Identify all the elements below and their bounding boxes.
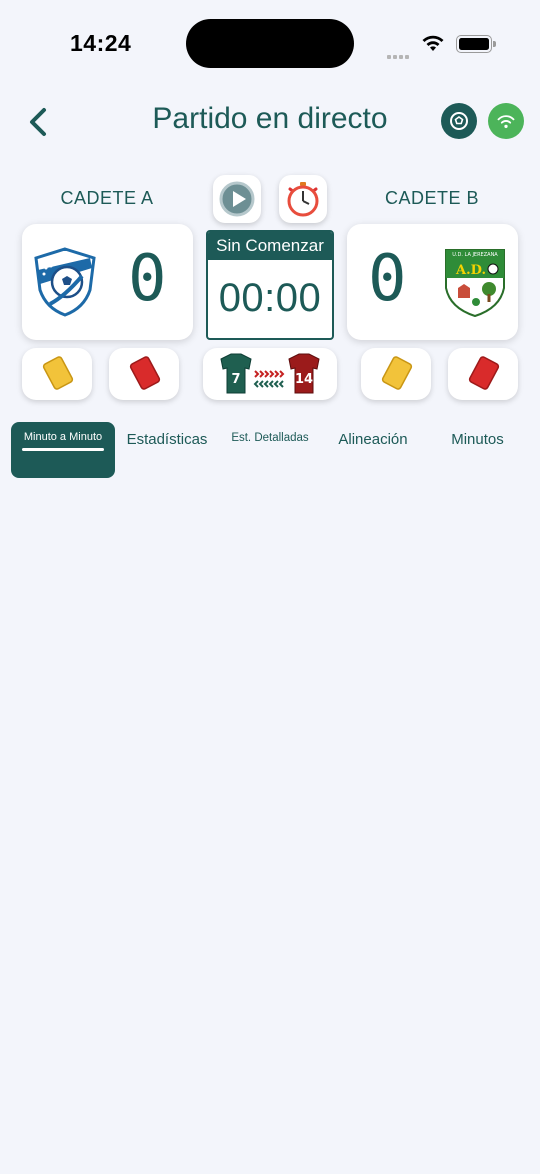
page-title: Partido en directo (152, 102, 388, 135)
away-red-card-button[interactable] (448, 348, 518, 400)
substitution-icon: 7 14 (220, 353, 320, 394)
tab-active-indicator (22, 448, 104, 451)
away-yellow-card-button[interactable] (361, 348, 431, 400)
soccer-ball-icon (450, 112, 468, 130)
yellow-card-icon (381, 356, 413, 390)
cellular-signal-icon (387, 46, 411, 64)
tab-minuto-a-minuto[interactable]: Minuto a Minuto (11, 422, 115, 478)
red-card-icon (468, 356, 500, 390)
match-status: Sin Comenzar (208, 232, 332, 260)
home-red-card-button[interactable] (109, 348, 179, 400)
sub-out-number: 7 (231, 372, 240, 387)
match-time: 00:00 (218, 276, 322, 320)
tab-est-detalladas[interactable]: Est. Detalladas (226, 432, 314, 444)
soccer-ball-button[interactable] (441, 103, 477, 139)
dynamic-island (186, 19, 354, 68)
wifi-status-icon (421, 33, 445, 58)
home-team-crest-icon (32, 246, 98, 323)
battery-icon (456, 35, 492, 53)
battery-tip (493, 41, 496, 47)
status-time: 14:24 (70, 30, 132, 56)
tab-minutos[interactable]: Minutos (440, 431, 515, 448)
live-connection-button[interactable] (488, 103, 524, 139)
red-card-icon (129, 356, 161, 390)
match-clock: Sin Comenzar 00:00 (206, 230, 334, 340)
play-button[interactable] (213, 175, 261, 223)
substitution-button[interactable]: 7 14 (203, 348, 337, 400)
stopwatch-icon (287, 182, 319, 217)
away-team-crest-icon: U.D. LA JEREZANA A.D. (442, 244, 508, 323)
tab-estadisticas[interactable]: Estadísticas (124, 431, 210, 448)
home-team-name: CADETE A (60, 188, 154, 208)
away-score: 0 (368, 242, 407, 316)
home-score: 0 (128, 242, 167, 316)
away-crest-initials: A.D. (455, 263, 486, 278)
tab-alineacion[interactable]: Alineación (330, 431, 416, 448)
back-button[interactable] (24, 106, 54, 138)
away-crest-text: U.D. LA JEREZANA (452, 252, 498, 258)
away-team-name: CADETE B (384, 188, 480, 208)
sub-in-number: 14 (295, 372, 313, 387)
tab-label: Minuto a Minuto (23, 431, 103, 443)
play-icon (219, 181, 255, 217)
stopwatch-button[interactable] (279, 175, 327, 223)
home-yellow-card-button[interactable] (22, 348, 92, 400)
wifi-icon (497, 115, 515, 129)
yellow-card-icon (42, 356, 74, 390)
